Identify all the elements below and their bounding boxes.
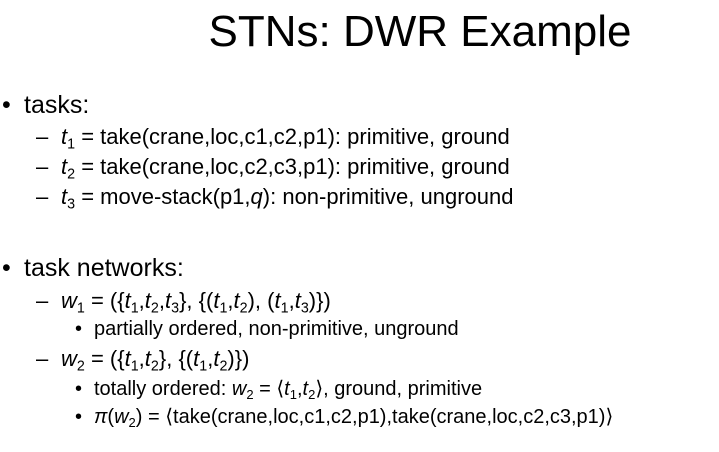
task-3: t3 = move-stack(p1,q): non-primitive, un… — [61, 184, 514, 213]
dot-w1-note: • — [75, 318, 83, 340]
dash-task-3: – — [36, 184, 49, 209]
dot-w2-plan: • — [75, 406, 83, 428]
w2-plan: π(w2) = ⟨take(crane,loc,c1,c2,p1),take(c… — [94, 406, 614, 430]
dash-task-1: – — [36, 124, 49, 149]
w1-formula: w1 = ({t1,t2,t3}, {(t1,t2), (t1,t3)}) — [61, 288, 331, 317]
w2-note: totally ordered: w2 = ⟨t1,t2⟩, ground, p… — [94, 378, 483, 402]
slide-title: STNs: DWR Example — [208, 7, 632, 56]
tasks-heading: tasks: — [24, 91, 90, 119]
task-2: t2 = take(crane,loc,c2,c3,p1): primitive… — [61, 154, 510, 183]
dash-task-2: – — [36, 154, 49, 179]
task-1: t1 = take(crane,loc,c1,c2,p1): primitive… — [61, 124, 510, 153]
bullet-tasks: • — [2, 91, 11, 119]
task-networks-heading: task networks: — [24, 254, 184, 282]
dot-w2-note: • — [75, 378, 83, 400]
dash-w2: – — [36, 346, 49, 371]
bullet-task-networks: • — [2, 254, 11, 282]
w1-note: partially ordered, non-primitive, ungrou… — [94, 318, 459, 340]
w2-formula: w2 = ({t1,t2}, {(t1,t2)}) — [61, 346, 250, 375]
dash-w1: – — [36, 288, 49, 313]
